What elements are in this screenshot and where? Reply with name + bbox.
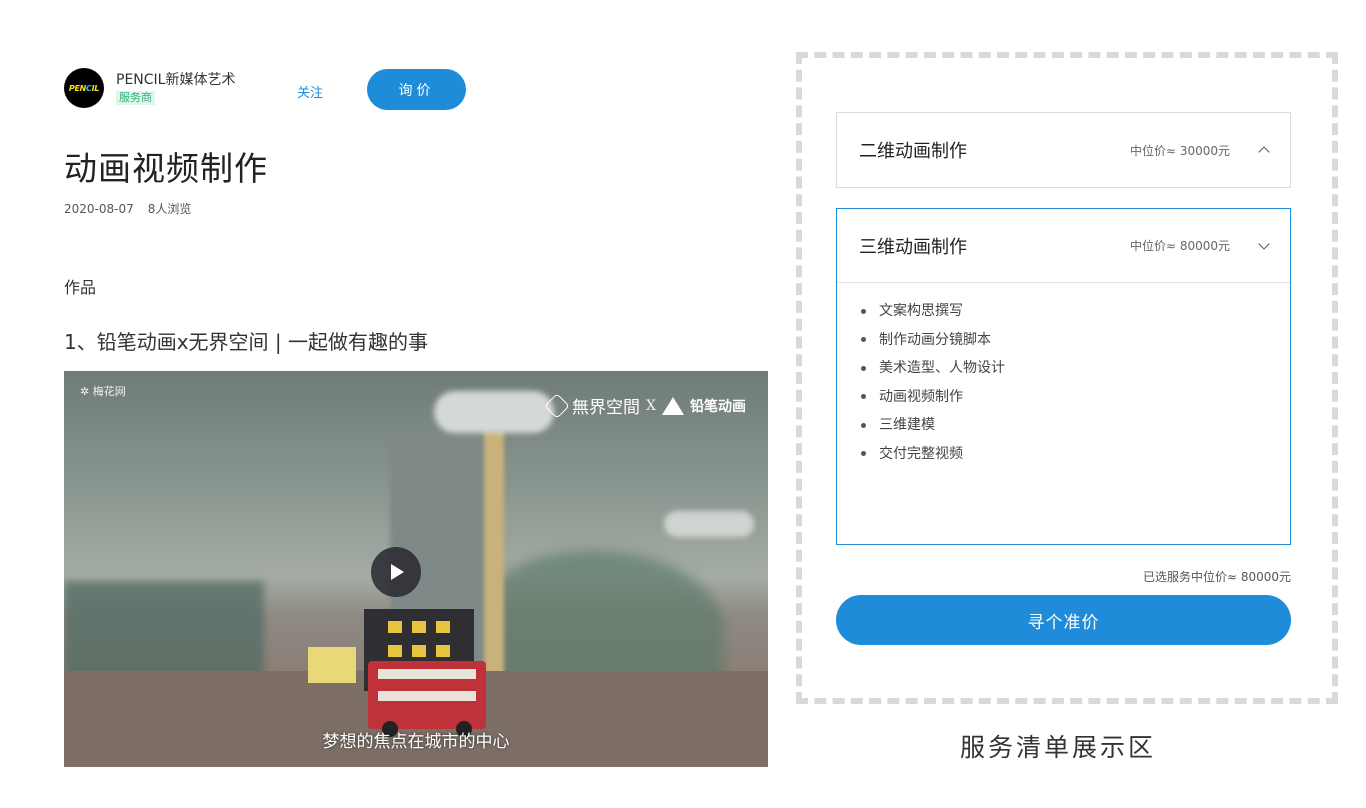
video-brand-logo: 無界空間 X 铅笔动画 [544,392,746,419]
follow-link[interactable]: 关注 [297,82,323,101]
video-scene-bus-window [378,669,476,679]
post-meta: 2020-08-07 8人浏览 [64,200,191,217]
service-item-price: 中位价≈ 30000元 [1129,143,1230,158]
work-item-title: 1、铅笔动画x无界空间 | 一起做有趣的事 [64,330,429,354]
chevron-down-icon[interactable] [1258,237,1270,250]
service-item-header[interactable]: 三维动画制作 中位价≈ 80000元 [837,209,1290,283]
service-item-name: 三维动画制作 [859,236,967,258]
provider-badge: 服务商 [116,91,155,105]
video-scene-cloud [664,511,754,537]
video-scene-window [436,645,450,657]
page-title: 动画视频制作 [64,149,268,188]
works-section-label: 作品 [64,278,97,297]
service-item-name: 二维动画制作 [859,141,967,162]
service-item-2d-animation[interactable]: 二维动画制作 中位价≈ 30000元 [836,112,1291,188]
service-feature-item: 交付完整视频 [861,440,1266,469]
video-scene-window [436,621,450,633]
video-scene-window [412,645,426,657]
avatar-logo-text: PENCIL [68,83,100,93]
brand-name: 無界空間 [572,398,641,418]
service-feature-list: 文案构思撰写 制作动画分镜脚本 美术造型、人物设计 动画视频制作 三维建模 交付… [837,283,1290,544]
author-name[interactable]: PENCIL新媒体艺术 [116,71,235,89]
service-feature-item: 动画视频制作 [861,383,1266,412]
avatar[interactable]: PENCIL [64,68,104,108]
service-feature-item: 文案构思撰写 [861,297,1266,326]
service-item-price: 中位价≈ 80000元 [1129,239,1230,253]
brand-separator: X [646,397,656,414]
view-count: 8人浏览 [147,202,192,216]
selected-price-summary: 已选服务中位价≈ 80000元 [1142,570,1291,584]
video-scene-window [412,621,426,633]
get-quote-button[interactable]: 寻个准价 [836,595,1291,645]
video-scene-tower-edge [484,431,504,691]
author-info: PENCIL PENCIL新媒体艺术 服务商 [64,68,235,108]
play-icon [391,564,404,580]
service-feature-item: 三维建模 [861,411,1266,440]
hexagon-icon [544,392,570,419]
service-feature-item: 美术造型、人物设计 [861,354,1266,383]
service-item-3d-animation[interactable]: 三维动画制作 中位价≈ 80000元 文案构思撰写 制作动画分镜脚本 美术造型、… [836,208,1291,545]
partner-name: 铅笔动画 [690,398,746,415]
service-list-caption: 服务清单展示区 [960,733,1157,762]
video-scene-window [388,621,402,633]
post-date: 2020-08-07 [64,202,134,216]
video-scene-window [388,645,402,657]
video-scene-yellow-block [308,647,356,683]
video-scene-bus [368,661,486,737]
chevron-up-icon[interactable] [1258,146,1270,158]
triangle-logo-icon [662,396,684,415]
avatar-logo-accent: C [86,83,92,93]
video-player[interactable]: ✲ 梅花网 無界空間 X 铅笔动画 梦想的焦点在城市的中心 [64,371,768,767]
video-scene-cloud [434,391,554,433]
video-watermark-logo: ✲ 梅花网 [80,385,126,398]
inquire-button[interactable]: 询价 [367,69,466,110]
service-feature-item: 制作动画分镜脚本 [861,326,1266,355]
video-scene-bus-window [378,691,476,701]
video-subtitle: 梦想的焦点在城市的中心 [322,732,510,752]
play-button[interactable] [371,547,421,597]
video-watermark-text: 梅花网 [92,385,126,398]
author-meta: PENCIL新媒体艺术 服务商 [116,71,235,105]
service-item-header[interactable]: 二维动画制作 中位价≈ 30000元 [837,113,1290,187]
